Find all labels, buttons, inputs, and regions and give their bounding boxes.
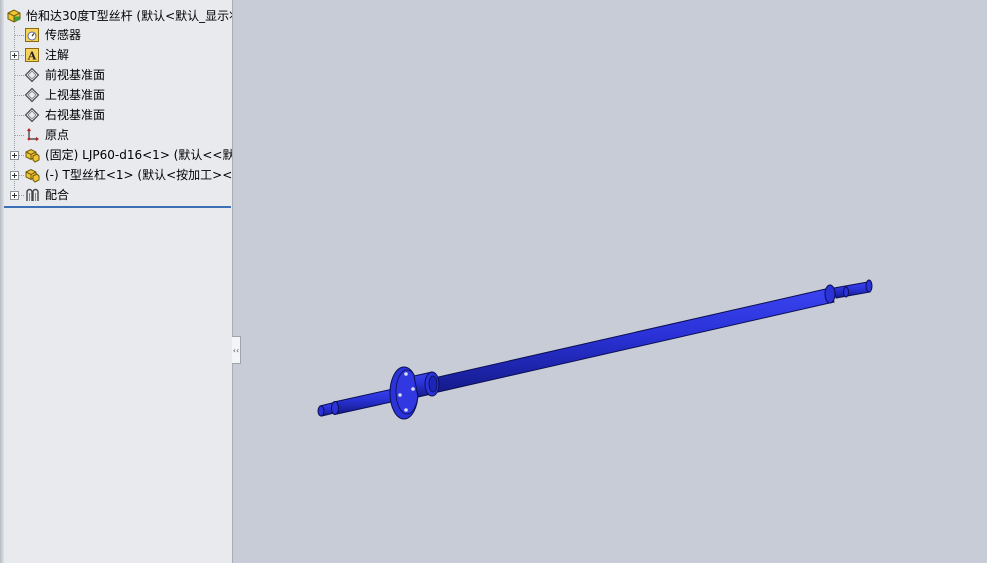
tree-item-label: (固定) LJP60-d16<1> (默认<<默认>_显示状态 1>)	[45, 148, 233, 162]
tree-item-component-lead-screw[interactable]: (-) T型丝杠<1> (默认<按加工><<默认>_显示状态 1>)	[0, 165, 232, 185]
assembly-icon	[7, 9, 21, 23]
tree-item-front-plane[interactable]: 前视基准面	[0, 65, 232, 85]
right-tip-step	[843, 286, 849, 298]
tree-item-top-plane[interactable]: 上视基准面	[0, 85, 232, 105]
tree-end-divider	[4, 206, 231, 208]
tree-item-annotations[interactable]: A 注解	[0, 45, 232, 65]
tree-connector	[15, 35, 24, 36]
left-tip-end	[317, 405, 325, 417]
right-journal-end	[865, 279, 873, 293]
nut-bore	[428, 375, 438, 393]
tree-item-origin[interactable]: 原点	[0, 125, 232, 145]
flange-hole	[404, 408, 408, 412]
tree-item-label: 传感器	[45, 28, 82, 42]
plane-icon	[24, 67, 40, 83]
left-journal-step	[331, 401, 339, 415]
part-icon	[25, 168, 40, 183]
expand-toggle[interactable]	[10, 151, 19, 160]
tree-item-component-ljp60[interactable]: (固定) LJP60-d16<1> (默认<<默认>_显示状态 1>)	[0, 145, 232, 165]
flange-hole	[404, 372, 408, 376]
screw-shaft	[433, 287, 835, 393]
tree-item-label: 右视基准面	[45, 108, 106, 122]
feature-manager-tree: 怡和达30度T型丝杆 (默认<默认_显示状态-1>) 传感器 A 注解 前视基准…	[0, 0, 233, 563]
tree-item-label: 注解	[45, 48, 70, 62]
plane-icon	[24, 107, 40, 123]
tree-item-mates[interactable]: 配合	[0, 185, 232, 205]
lead-screw-model[interactable]	[317, 279, 873, 420]
origin-icon	[27, 128, 39, 141]
tree-item-right-plane[interactable]: 右视基准面	[0, 105, 232, 125]
tree-item-label: 配合	[45, 188, 70, 202]
graphics-viewport[interactable]	[234, 0, 987, 563]
tree-root-label: 怡和达30度T型丝杆 (默认<默认_显示状态-1>)	[26, 9, 232, 23]
flange-hole	[411, 387, 415, 391]
plane-icon	[24, 87, 40, 103]
part-icon	[25, 148, 40, 163]
tree-item-label: 前视基准面	[45, 68, 106, 82]
mates-icon	[26, 188, 39, 201]
tree-item-label: (-) T型丝杠<1> (默认<按加工><<默认>_显示状态 1>)	[45, 168, 233, 182]
expand-toggle[interactable]	[10, 191, 19, 200]
expand-toggle[interactable]	[10, 171, 19, 180]
tree-connector	[15, 95, 24, 96]
tree-root-assembly[interactable]: 怡和达30度T型丝杆 (默认<默认_显示状态-1>)	[0, 6, 232, 26]
tree-item-sensors[interactable]: 传感器	[0, 25, 232, 45]
tree-item-label: 上视基准面	[45, 88, 106, 102]
tree-item-label: 原点	[45, 128, 70, 142]
sensor-icon	[25, 28, 39, 42]
svg-text:A: A	[27, 50, 37, 63]
annotation-icon: A	[25, 48, 39, 63]
tree-connector	[15, 115, 24, 116]
expand-toggle[interactable]	[10, 51, 19, 60]
right-journal	[833, 281, 871, 299]
flange-hole	[398, 393, 402, 397]
tree-connector	[15, 75, 24, 76]
tree-connector	[15, 135, 24, 136]
